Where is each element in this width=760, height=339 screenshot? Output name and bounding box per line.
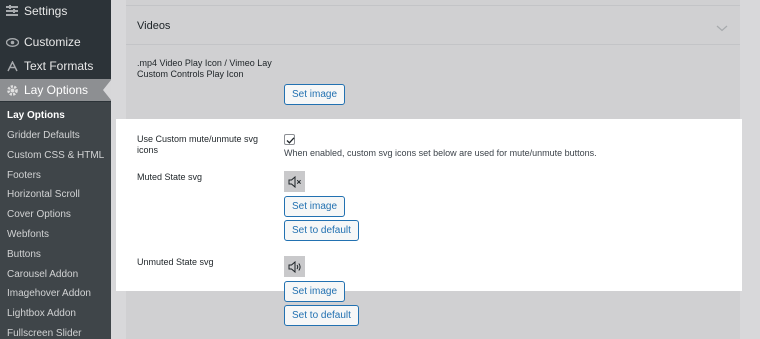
unmuted-svg-preview <box>284 256 305 277</box>
speaker-muted-icon <box>288 175 301 188</box>
menu-item-text-formats[interactable]: Text Formats <box>0 55 111 77</box>
submenu-item-imagehover-addon[interactable]: Imagehover Addon <box>7 288 91 299</box>
admin-sidebar: Settings Customize Text Formats Lay Opti… <box>0 0 111 339</box>
settings-icon <box>5 4 19 18</box>
submenu: Lay Options Gridder Defaults Custom CSS … <box>0 102 111 339</box>
unmuted-set-default-button[interactable]: Set to default <box>284 305 359 326</box>
menu-item-lay-options[interactable]: Lay Options <box>0 79 111 101</box>
checkmark-icon <box>286 137 295 144</box>
submenu-item-buttons[interactable]: Buttons <box>7 249 41 260</box>
menu-item-settings[interactable]: Settings <box>0 0 111 22</box>
text-formats-icon <box>5 59 19 73</box>
custom-mute-label: Use Custom mute/unmute svg icons <box>137 134 259 155</box>
video-play-icon-label: .mp4 Video Play Icon / Vimeo Lay Custom … <box>137 58 272 79</box>
set-play-icon-button[interactable]: Set image <box>284 84 346 105</box>
muted-set-image-button[interactable]: Set image <box>284 196 346 217</box>
section-title: Videos <box>137 20 171 32</box>
gear-icon <box>5 83 19 97</box>
submenu-item-carousel-addon[interactable]: Carousel Addon <box>7 269 78 280</box>
custom-mute-hint: When enabled, custom svg icons set below… <box>284 148 597 158</box>
custom-mute-checkbox[interactable] <box>284 134 295 145</box>
previous-section-edge <box>126 0 740 6</box>
menu-item-customize[interactable]: Customize <box>0 31 111 53</box>
videos-section-header[interactable] <box>126 7 740 45</box>
submenu-item-horizontal-scroll[interactable]: Horizontal Scroll <box>7 189 80 200</box>
muted-state-label: Muted State svg <box>137 172 203 182</box>
eye-icon <box>5 35 19 49</box>
menu-label-settings: Settings <box>24 4 68 18</box>
submenu-item-fullscreen-slider[interactable]: Fullscreen Slider <box>7 328 81 339</box>
submenu-item-custom-css-html[interactable]: Custom CSS & HTML <box>7 150 104 161</box>
muted-svg-preview <box>284 171 305 192</box>
unmuted-state-label: Unmuted State svg <box>137 257 214 267</box>
submenu-item-gridder-defaults[interactable]: Gridder Defaults <box>7 130 80 141</box>
menu-label-customize: Customize <box>24 35 81 49</box>
speaker-unmuted-icon <box>288 260 301 273</box>
menu-label-lay-options: Lay Options <box>24 83 89 97</box>
submenu-item-cover-options[interactable]: Cover Options <box>7 209 71 220</box>
menu-label-text-formats: Text Formats <box>24 59 94 73</box>
submenu-item-footers[interactable]: Footers <box>7 170 41 181</box>
active-arrow-icon <box>103 80 111 100</box>
chevron-down-icon[interactable] <box>715 20 729 32</box>
submenu-item-lightbox-addon[interactable]: Lightbox Addon <box>7 308 76 319</box>
submenu-item-webfonts[interactable]: Webfonts <box>7 229 49 240</box>
submenu-item-lay-options[interactable]: Lay Options <box>7 110 65 121</box>
unmuted-set-image-button[interactable]: Set image <box>284 281 346 302</box>
muted-set-default-button[interactable]: Set to default <box>284 220 359 241</box>
